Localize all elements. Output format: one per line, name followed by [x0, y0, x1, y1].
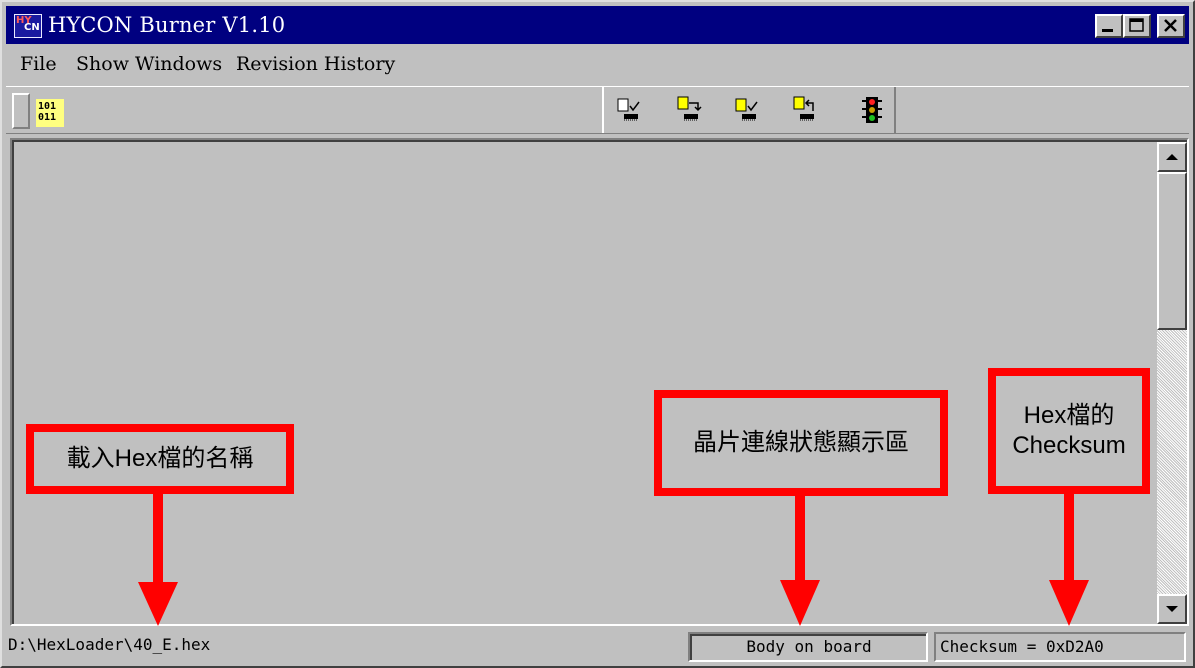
traffic-light-icon	[862, 97, 882, 123]
menu-revision-history[interactable]: Revision History	[236, 53, 395, 75]
toolbar-action-group	[602, 87, 896, 133]
check-icon	[735, 98, 758, 121]
application-window: HY CN HYCON Burner V1.10 File Show Windo…	[0, 0, 1195, 668]
minimize-button[interactable]	[1095, 14, 1123, 38]
menu-bar: File Show Windows Revision History	[6, 46, 1189, 82]
arrow-up-icon	[1166, 154, 1178, 160]
callout-chip-status: 晶片連線狀態顯示區	[654, 390, 948, 496]
check-button[interactable]	[732, 93, 764, 127]
load-icon	[677, 96, 702, 121]
status-checksum: Checksum = 0xD2A0	[934, 632, 1186, 662]
read-button[interactable]	[790, 93, 822, 127]
arrow-down-icon	[1166, 606, 1178, 612]
status-file-path: D:\HexLoader\40_E.hex	[8, 635, 211, 654]
title-bar[interactable]: HY CN HYCON Burner V1.10	[6, 6, 1189, 44]
verify-button[interactable]	[614, 93, 646, 127]
status-bar: D:\HexLoader\40_E.hex Body on board Chec…	[6, 628, 1189, 664]
arrow-to-file-path	[138, 492, 178, 626]
arrow-to-checksum	[1049, 492, 1089, 626]
app-logo-icon: HY CN	[14, 14, 42, 38]
traffic-light-button[interactable]	[856, 93, 888, 127]
menu-file[interactable]: File	[20, 53, 57, 75]
callout-checksum: Hex檔的 Checksum	[988, 368, 1150, 494]
binary-file-button[interactable]: 101 011	[36, 99, 64, 127]
load-button[interactable]	[674, 93, 706, 127]
scroll-up-button[interactable]	[1157, 142, 1187, 172]
minimize-icon	[1102, 29, 1113, 32]
toolbar-grip[interactable]	[12, 93, 30, 129]
scrollbar-thumb[interactable]	[1157, 172, 1187, 330]
maximize-icon	[1129, 18, 1144, 32]
close-icon	[1164, 19, 1177, 32]
toolbar: 101 011	[6, 86, 1189, 134]
vertical-scrollbar[interactable]	[1157, 142, 1187, 624]
arrow-to-board-status	[780, 494, 820, 626]
status-board-text: Body on board	[690, 634, 926, 660]
read-icon	[793, 96, 814, 121]
close-button[interactable]	[1157, 14, 1185, 38]
callout-hex-file-name: 載入Hex檔的名稱	[26, 424, 294, 494]
verify-icon	[617, 98, 640, 121]
scroll-down-button[interactable]	[1157, 594, 1187, 624]
maximize-button[interactable]	[1123, 14, 1151, 38]
window-title: HYCON Burner V1.10	[48, 13, 286, 37]
menu-show-windows[interactable]: Show Windows	[76, 53, 222, 75]
status-board-panel: Body on board	[688, 632, 928, 662]
